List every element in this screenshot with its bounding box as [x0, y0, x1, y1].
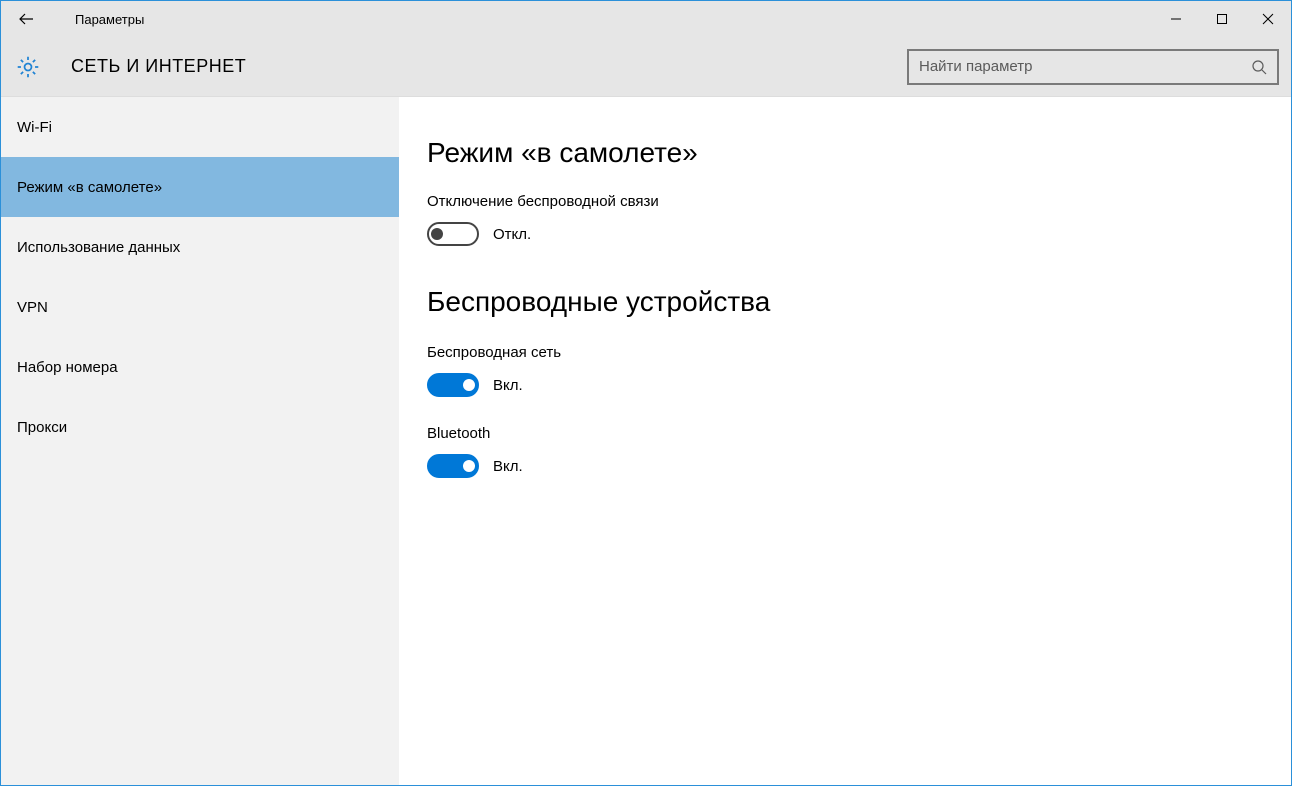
header: СЕТЬ И ИНТЕРНЕТ [1, 37, 1291, 97]
sidebar-item-data-usage[interactable]: Использование данных [1, 217, 399, 277]
bluetooth-toggle[interactable] [427, 454, 479, 478]
sidebar-item-label: Режим «в самолете» [17, 179, 162, 196]
airplane-mode-state: Откл. [493, 226, 531, 243]
gear-icon[interactable] [13, 54, 43, 80]
search-box[interactable] [907, 49, 1279, 85]
page-heading: СЕТЬ И ИНТЕРНЕТ [43, 56, 246, 77]
sidebar-item-airplane-mode[interactable]: Режим «в самолете» [1, 157, 399, 217]
close-button[interactable] [1245, 1, 1291, 37]
sidebar-item-label: Использование данных [17, 239, 180, 256]
sidebar-item-proxy[interactable]: Прокси [1, 397, 399, 457]
search-icon [1241, 59, 1277, 75]
sidebar-item-label: VPN [17, 299, 48, 316]
airplane-description: Отключение беспроводной связи [427, 193, 1263, 210]
sidebar-item-label: Прокси [17, 419, 67, 436]
sidebar-item-wifi[interactable]: Wi-Fi [1, 97, 399, 157]
sidebar-item-dialup[interactable]: Набор номера [1, 337, 399, 397]
content-area: Режим «в самолете» Отключение беспроводн… [399, 97, 1291, 785]
window-title: Параметры [51, 12, 144, 27]
wireless-network-label: Беспроводная сеть [427, 344, 1263, 361]
search-input[interactable] [909, 58, 1241, 75]
wireless-network-state: Вкл. [493, 377, 523, 394]
titlebar: Параметры [1, 1, 1291, 37]
maximize-button[interactable] [1199, 1, 1245, 37]
airplane-mode-toggle[interactable] [427, 222, 479, 246]
section-title-wireless: Беспроводные устройства [427, 286, 1263, 318]
sidebar-item-label: Набор номера [17, 359, 118, 376]
wireless-network-toggle[interactable] [427, 373, 479, 397]
bluetooth-label: Bluetooth [427, 425, 1263, 442]
section-title-airplane: Режим «в самолете» [427, 137, 1263, 169]
minimize-button[interactable] [1153, 1, 1199, 37]
back-button[interactable] [1, 1, 51, 37]
sidebar: Wi-Fi Режим «в самолете» Использование д… [1, 97, 399, 785]
sidebar-item-label: Wi-Fi [17, 119, 52, 136]
bluetooth-state: Вкл. [493, 458, 523, 475]
sidebar-item-vpn[interactable]: VPN [1, 277, 399, 337]
